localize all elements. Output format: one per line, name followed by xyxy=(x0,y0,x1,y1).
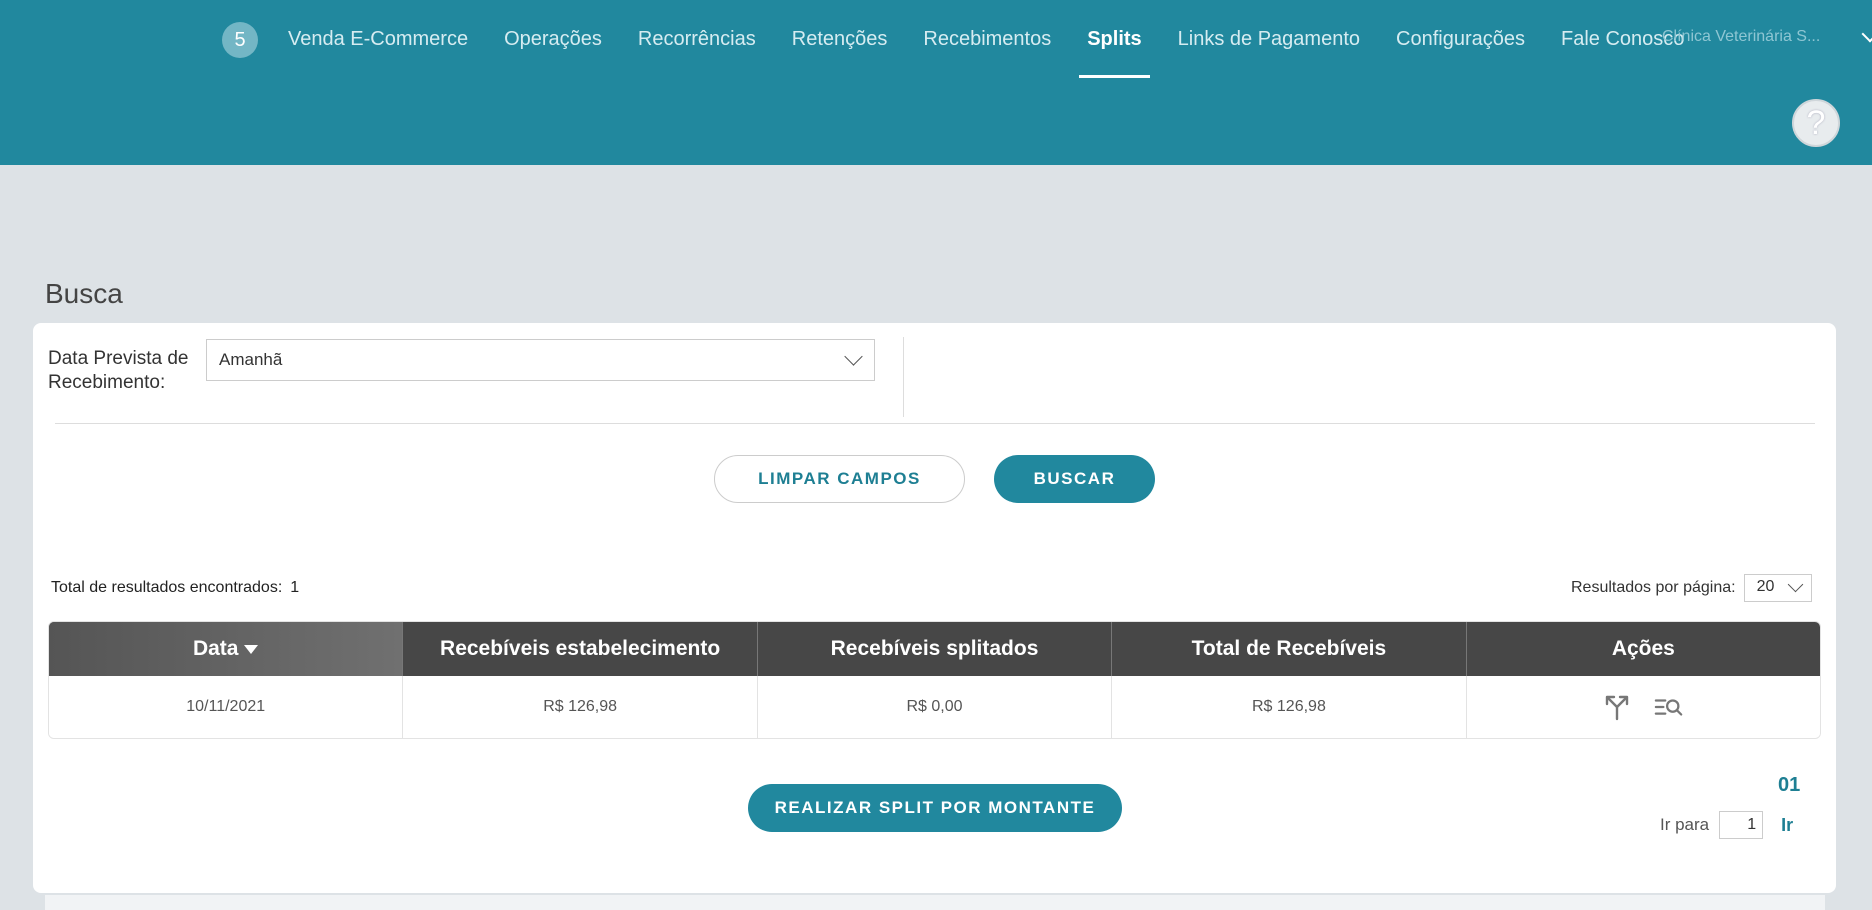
nav-links-pagamento[interactable]: Links de Pagamento xyxy=(1160,0,1378,78)
date-filter-value: Amanhã xyxy=(219,350,283,369)
nav-configuracoes[interactable]: Configurações xyxy=(1378,0,1543,78)
filter-label: Data Prevista de Recebimento: xyxy=(48,348,189,393)
chevron-down-icon xyxy=(1787,576,1803,593)
sort-desc-icon xyxy=(244,644,259,654)
chevron-down-icon xyxy=(1861,25,1872,43)
nav-operacoes[interactable]: Operações xyxy=(486,0,620,78)
column-header-splitados: Recebíveis splitados xyxy=(758,622,1113,676)
table-header: Data Recebíveis estabelecimento Recebíve… xyxy=(49,622,1820,676)
goto-page-button[interactable]: Ir xyxy=(1781,815,1793,836)
results-total-count: 1 xyxy=(290,579,300,596)
column-header-total: Total de Recebíveis xyxy=(1112,622,1467,676)
chevron-down-icon xyxy=(844,347,863,366)
vertical-divider xyxy=(903,337,904,417)
results-total-label: Total de resultados encontrados: xyxy=(51,579,283,596)
nav-recorrencias[interactable]: Recorrências xyxy=(620,0,774,78)
column-header-data[interactable]: Data xyxy=(49,622,404,676)
cell-acoes xyxy=(1467,676,1820,738)
per-page-value: 20 xyxy=(1756,578,1775,595)
date-filter-select[interactable]: Amanhã xyxy=(206,339,875,381)
goto-page-control: Ir para 1 Ir xyxy=(1660,811,1793,839)
results-total: Total de resultados encontrados: 1 xyxy=(51,579,299,597)
top-navigation-bar: 5 Venda E-Commerce Operações Recorrência… xyxy=(0,0,1872,165)
search-card: Data Prevista de Recebimento: Amanhã LIM… xyxy=(33,323,1836,893)
clear-fields-button[interactable]: LIMPAR CAMPOS xyxy=(714,455,965,503)
nav-splits[interactable]: Splits xyxy=(1069,0,1159,78)
per-page-select[interactable]: 20 xyxy=(1743,574,1812,602)
split-by-amount-button[interactable]: REALIZAR SPLIT POR MONTANTE xyxy=(748,784,1122,832)
user-menu[interactable]: Clínica Veterinária S... xyxy=(1662,25,1872,46)
question-icon[interactable]: ? xyxy=(1792,99,1840,147)
split-icon[interactable] xyxy=(1602,692,1632,722)
horizontal-divider xyxy=(55,423,1815,424)
column-header-estabelecimento: Recebíveis estabelecimento xyxy=(403,622,758,676)
per-page-label: Resultados por página: xyxy=(1571,579,1736,596)
cell-splitados: R$ 0,00 xyxy=(758,676,1113,738)
cell-estabelecimento: R$ 126,98 xyxy=(403,676,758,738)
table-row: 10/11/2021 R$ 126,98 R$ 0,00 R$ 126,98 xyxy=(49,676,1820,738)
background-row-fragment xyxy=(45,895,1825,910)
goto-page-input[interactable]: 1 xyxy=(1719,811,1764,839)
current-page-number[interactable]: 01 xyxy=(1778,774,1800,797)
goto-label: Ir para xyxy=(1660,815,1710,834)
cell-data: 10/11/2021 xyxy=(49,676,404,738)
cell-total: R$ 126,98 xyxy=(1112,676,1467,738)
nav-venda-ecommerce[interactable]: Venda E-Commerce xyxy=(270,0,486,78)
notification-badge[interactable]: 5 xyxy=(222,22,258,58)
page-title: Busca xyxy=(45,278,123,309)
per-page-control: Resultados por página: 20 xyxy=(1571,574,1812,602)
search-button[interactable]: BUSCAR xyxy=(994,455,1155,503)
main-nav: Venda E-Commerce Operações Recorrências … xyxy=(270,0,1702,78)
nav-retencoes[interactable]: Retenções xyxy=(774,0,906,78)
search-list-icon[interactable] xyxy=(1654,692,1684,722)
results-table: Data Recebíveis estabelecimento Recebíve… xyxy=(48,621,1821,739)
column-header-label: Data xyxy=(192,637,239,660)
user-name: Clínica Veterinária S... xyxy=(1662,28,1821,45)
column-header-acoes: Ações xyxy=(1611,637,1675,660)
nav-recebimentos[interactable]: Recebimentos xyxy=(905,0,1069,78)
